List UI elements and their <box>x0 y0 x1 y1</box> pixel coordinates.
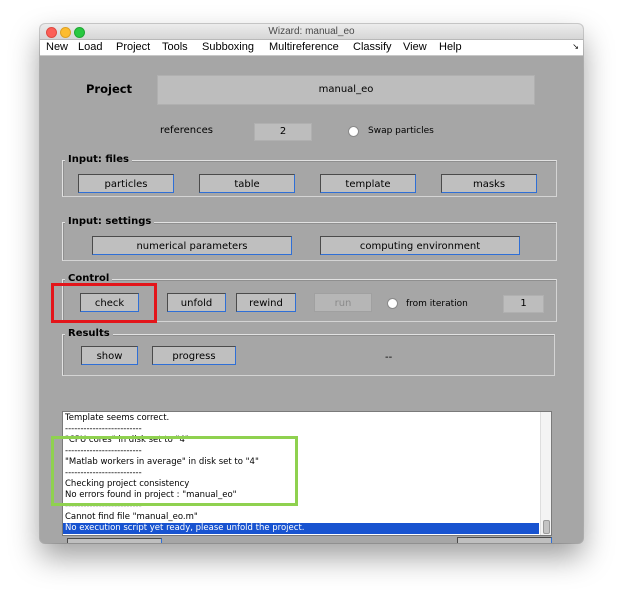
close-window-button[interactable] <box>46 27 57 38</box>
log-line-selected[interactable]: No execution script yet ready, please un… <box>63 523 539 534</box>
masks-button[interactable]: masks <box>441 174 537 193</box>
menu-load[interactable]: Load <box>78 40 102 54</box>
menu-multireference[interactable]: Multireference <box>269 40 339 54</box>
from-iteration-radio[interactable] <box>387 298 398 309</box>
input-files-title: Input: files <box>65 154 132 166</box>
references-label: references <box>160 125 213 136</box>
menu-bar: New Load Project Tools Subboxing Multire… <box>40 40 583 56</box>
swap-particles-radio[interactable] <box>348 126 359 137</box>
computing-environment-button[interactable]: computing environment <box>320 236 520 255</box>
menu-help[interactable]: Help <box>439 40 462 54</box>
unfold-button[interactable]: unfold <box>167 293 226 312</box>
window-title: Wizard: manual_eo <box>268 26 355 37</box>
menu-new[interactable]: New <box>46 40 68 54</box>
run-button[interactable]: run <box>314 293 372 312</box>
log-scrollbar[interactable] <box>540 412 551 535</box>
results-title: Results <box>65 328 113 340</box>
from-iteration-label: from iteration <box>406 299 468 309</box>
from-iteration-field[interactable]: 1 <box>503 295 544 313</box>
rewind-button[interactable]: rewind <box>236 293 296 312</box>
menu-project[interactable]: Project <box>116 40 150 54</box>
check-highlight-box <box>51 283 157 323</box>
references-field[interactable]: 2 <box>254 123 312 141</box>
numerical-parameters-button[interactable]: numerical parameters <box>92 236 292 255</box>
template-button[interactable]: template <box>320 174 416 193</box>
log-scroll-thumb[interactable] <box>543 520 550 534</box>
report-button[interactable]: report <box>67 538 162 543</box>
input-settings-title: Input: settings <box>65 216 155 228</box>
title-bar: Wizard: manual_eo <box>40 24 583 40</box>
project-name-field[interactable]: manual_eo <box>157 75 535 105</box>
show-button[interactable]: show <box>81 346 138 365</box>
log-highlight-box <box>51 436 298 506</box>
zoom-window-button[interactable] <box>74 27 85 38</box>
log-line[interactable]: Template seems correct. <box>65 413 539 424</box>
minimize-window-button[interactable] <box>60 27 71 38</box>
menu-subboxing[interactable]: Subboxing <box>202 40 254 54</box>
log-line[interactable]: ------------------------- <box>65 424 539 435</box>
particles-button[interactable]: particles <box>78 174 174 193</box>
log-line[interactable]: Cannot find file "manual_eo.m" <box>65 512 539 523</box>
menu-tools[interactable]: Tools <box>162 40 188 54</box>
swap-particles-label: Swap particles <box>368 126 434 136</box>
menu-classify[interactable]: Classify <box>353 40 392 54</box>
results-status: -- <box>385 352 393 363</box>
progress-button[interactable]: progress <box>152 346 236 365</box>
menu-view[interactable]: View <box>403 40 427 54</box>
project-label: Project <box>86 82 133 96</box>
reset-button[interactable]: reset <box>457 537 552 543</box>
table-button[interactable]: table <box>199 174 295 193</box>
menu-overflow-icon[interactable]: ↘ <box>572 40 579 54</box>
